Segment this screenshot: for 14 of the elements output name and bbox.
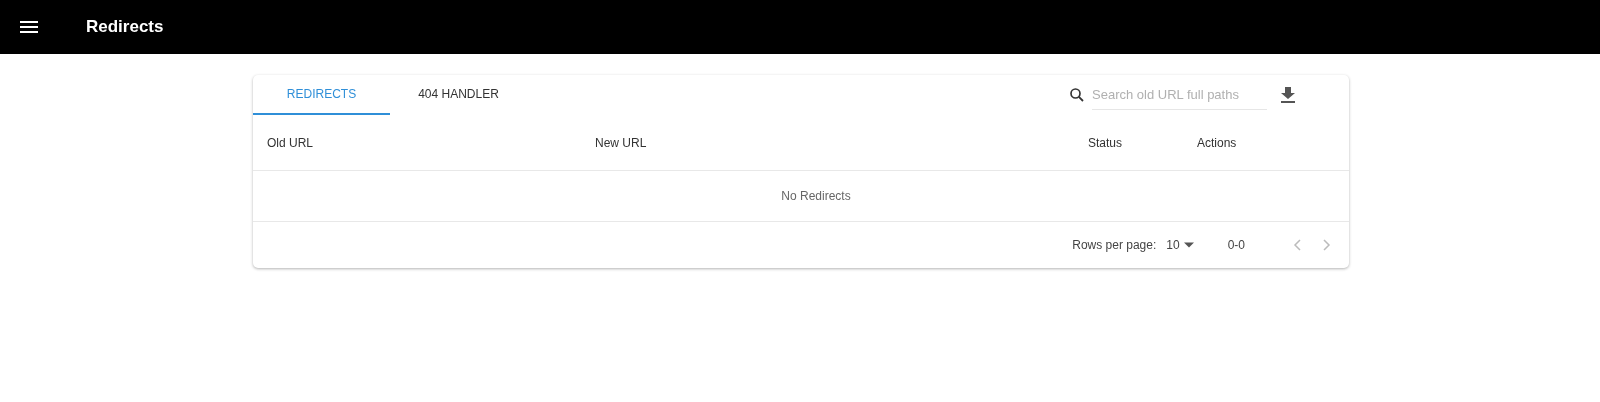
search-icon (1068, 86, 1086, 104)
rows-per-page-label: Rows per page: (1072, 238, 1157, 252)
empty-message: No Redirects (781, 189, 851, 203)
column-header: Status (1088, 135, 1124, 150)
rows-per-page-select[interactable]: 10 (1166, 238, 1194, 252)
caret-icon (1183, 242, 1194, 248)
column-header: Actions (1197, 135, 1238, 150)
download-icon[interactable] (1281, 87, 1295, 103)
column-header: Old URL (267, 135, 314, 150)
tab[interactable]: 404 HANDLER (390, 75, 527, 115)
app-title: Redirects (86, 17, 164, 37)
menu-icon[interactable] (20, 20, 38, 34)
page-range: 0-0 (1227, 238, 1245, 252)
column-header: New URL (595, 135, 648, 150)
